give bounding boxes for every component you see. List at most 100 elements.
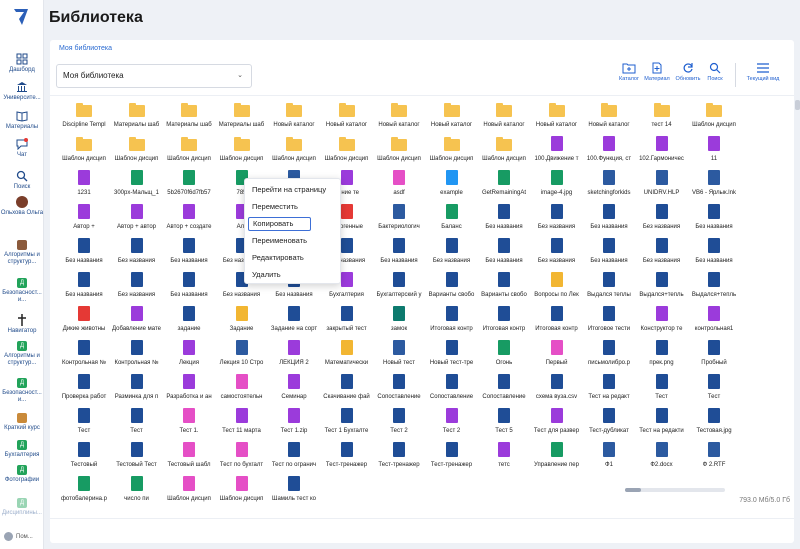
file-item[interactable]: Новый тест-тре <box>426 340 478 370</box>
file-item[interactable]: Без названия <box>688 238 740 268</box>
file-item[interactable]: Тест по бухгалт <box>216 442 268 472</box>
file-item[interactable]: Ф2.docx <box>636 442 688 472</box>
file-item[interactable]: Шаблон дисцип <box>216 476 268 506</box>
file-item[interactable]: Тест по огранич <box>268 442 320 472</box>
file-item[interactable]: Тест <box>58 408 110 438</box>
nav-course-photos[interactable]: Д Фотографии <box>0 465 44 484</box>
file-item[interactable]: Пробный <box>688 340 740 370</box>
file-item[interactable]: Варианты свобо <box>478 272 530 302</box>
folder-select[interactable]: Моя библиотека ⌄ <box>56 64 252 88</box>
folder-item[interactable]: Материалы шаб <box>163 102 215 132</box>
file-item[interactable]: Тест-дубликат <box>583 408 635 438</box>
menu-item-delete[interactable]: Удалить <box>252 270 281 279</box>
file-item[interactable]: Управление пер <box>531 442 583 472</box>
file-item[interactable]: Без названия <box>636 204 688 234</box>
nav-materials[interactable]: Материалы <box>0 110 44 131</box>
file-item[interactable]: Шамиль тест ко <box>268 476 320 506</box>
file-item[interactable]: Дикие животны <box>58 306 110 336</box>
file-item[interactable]: Без названия <box>583 238 635 268</box>
menu-item-copy[interactable]: Копировать <box>248 217 311 231</box>
folder-item[interactable]: Новый каталог <box>531 102 583 132</box>
file-item[interactable]: GetRemainingAt <box>478 170 530 200</box>
file-item[interactable]: Сопоставление <box>478 374 530 404</box>
nav-course-algorithms[interactable]: Алгоритмы и структур... <box>0 240 44 266</box>
new-catalog-button[interactable]: Каталог <box>615 62 643 82</box>
file-item[interactable]: прек.png <box>636 340 688 370</box>
file-item[interactable]: Без названия <box>531 204 583 234</box>
file-item[interactable]: число пи <box>111 476 163 506</box>
menu-item-edit[interactable]: Редактировать <box>252 253 304 262</box>
file-item[interactable]: Тест 2 <box>373 408 425 438</box>
file-item[interactable]: image-4.jpg <box>531 170 583 200</box>
file-item[interactable]: Без названия <box>111 238 163 268</box>
file-item[interactable]: Ф1 <box>583 442 635 472</box>
nav-course-short[interactable]: Краткий курс <box>0 413 44 432</box>
file-item[interactable]: Итоговая контр <box>478 306 530 336</box>
file-item[interactable]: Итоговая контр <box>426 306 478 336</box>
file-item[interactable]: UNIDRV.HLP <box>636 170 688 200</box>
file-item[interactable]: Лекция 10 Стро <box>216 340 268 370</box>
file-item[interactable]: Без названия <box>163 272 215 302</box>
file-item[interactable]: Контрольная № <box>111 340 163 370</box>
file-item[interactable]: самостоятельн <box>216 374 268 404</box>
file-item[interactable]: Без названия <box>531 238 583 268</box>
file-item[interactable]: Тест-тренажер <box>373 442 425 472</box>
breadcrumb[interactable]: Моя библиотека <box>59 45 112 52</box>
file-item[interactable]: Математически <box>321 340 373 370</box>
file-item[interactable]: Без названия <box>163 238 215 268</box>
file-item[interactable]: sketchingforkids <box>583 170 635 200</box>
file-item[interactable]: письмолибро.p <box>583 340 635 370</box>
nav-search[interactable]: Поиск <box>0 170 44 191</box>
file-item[interactable]: VB6 - Ярлык.lnk <box>688 170 740 200</box>
file-item[interactable]: Шаблон дисцип <box>163 476 215 506</box>
file-item[interactable]: example <box>426 170 478 200</box>
file-item[interactable]: Ф 2.RTF <box>688 442 740 472</box>
file-item[interactable]: Автор + создате <box>163 204 215 234</box>
search-button[interactable]: Поиск <box>701 62 729 82</box>
file-item[interactable]: контрольная1 <box>688 306 740 336</box>
file-item[interactable]: задание <box>163 306 215 336</box>
folder-item[interactable]: Шаблон дисцип <box>268 136 320 166</box>
folder-item[interactable]: Discipline Templ <box>58 102 110 132</box>
menu-item-rename[interactable]: Переименовать <box>252 236 307 245</box>
file-item[interactable]: Вопросы по Лек <box>531 272 583 302</box>
file-item[interactable]: Скачивание фай <box>321 374 373 404</box>
file-item[interactable]: Тест 2 <box>426 408 478 438</box>
file-item[interactable]: схема вуза.csv <box>531 374 583 404</box>
help-link[interactable]: Пом... <box>4 532 33 541</box>
folder-item[interactable]: Шаблон дисцип <box>373 136 425 166</box>
nav-course-accounting[interactable]: Д Бухгалтерия <box>0 440 44 459</box>
file-item[interactable]: Тест 1 Бухгалте <box>321 408 373 438</box>
file-item[interactable]: Разработка и ан <box>163 374 215 404</box>
file-item[interactable]: Варианты свобо <box>426 272 478 302</box>
file-item[interactable]: Выдался теплы <box>583 272 635 302</box>
file-item[interactable]: Тест на редакти <box>636 408 688 438</box>
file-item[interactable]: Контрольная № <box>58 340 110 370</box>
folder-item[interactable]: Новый каталог <box>268 102 320 132</box>
file-item[interactable]: Без названия <box>58 272 110 302</box>
folder-item[interactable]: Шаблон дисцип <box>111 136 163 166</box>
file-item[interactable]: Автор + <box>58 204 110 234</box>
file-item[interactable]: asdf <box>373 170 425 200</box>
folder-item[interactable]: Новый каталог <box>321 102 373 132</box>
file-item[interactable]: Бухгалтерский у <box>373 272 425 302</box>
menu-item-move[interactable]: Переместить <box>252 202 298 211</box>
file-item[interactable]: Тестовый шабл <box>163 442 215 472</box>
file-item[interactable]: Баланс <box>426 204 478 234</box>
file-item[interactable]: Тестовый <box>58 442 110 472</box>
new-material-button[interactable]: Материал <box>643 62 671 82</box>
file-item[interactable]: Тест на редакт <box>583 374 635 404</box>
file-item[interactable]: Выдался+тепль <box>636 272 688 302</box>
nav-dashboard[interactable]: Дашборд <box>0 53 44 74</box>
menu-item-open-page[interactable]: Перейти на страницу <box>252 185 326 194</box>
file-item[interactable]: Без названия <box>478 204 530 234</box>
view-toggle-button[interactable]: Текущий вид <box>743 62 783 82</box>
file-item[interactable]: Бактериологич <box>373 204 425 234</box>
file-item[interactable]: Без названия <box>373 238 425 268</box>
file-item[interactable]: 300px-Мальщ_1 <box>111 170 163 200</box>
file-item[interactable]: Тестовый Тест <box>111 442 163 472</box>
file-item[interactable]: Конструктор те <box>636 306 688 336</box>
file-item[interactable]: 1231 <box>58 170 110 200</box>
file-item[interactable]: Разминка для п <box>111 374 163 404</box>
folder-item[interactable]: тест 14 <box>636 102 688 132</box>
